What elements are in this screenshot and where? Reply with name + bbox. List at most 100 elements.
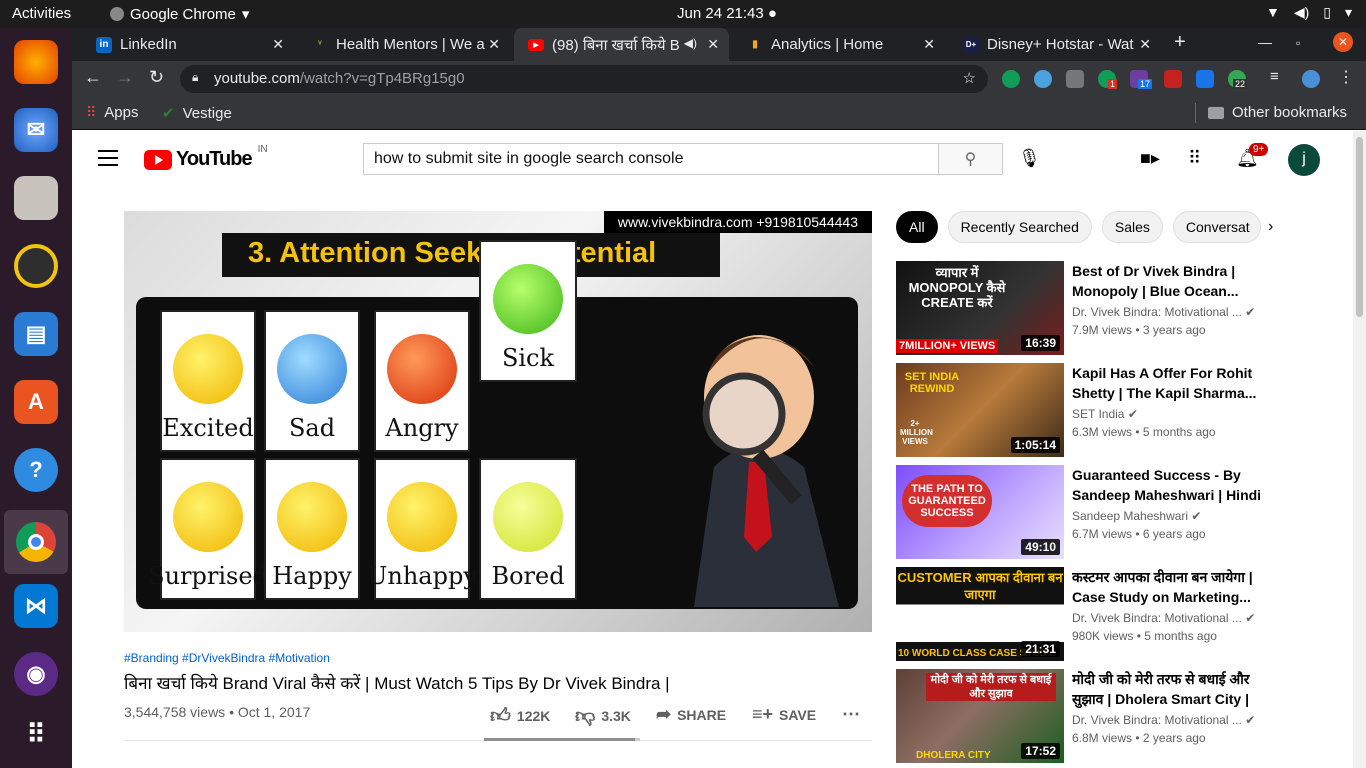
checkbox-icon[interactable] <box>1196 70 1214 88</box>
video-meta: 6.3M views • 5 months ago <box>1072 425 1216 439</box>
other-bookmarks[interactable]: Other bookmarks <box>1208 104 1347 121</box>
tab-strip: in LinkedIn ✕ ᵛ Health Mentors | We a ✕ … <box>72 28 1366 61</box>
tab-youtube[interactable]: ▶ (98) बिना खर्चा किये Br ◀) ✕ <box>514 28 729 61</box>
chip-recently-searched[interactable]: Recently Searched <box>947 211 1092 243</box>
system-tray[interactable]: ▼ ◀) ▯ ▾ <box>1266 4 1352 21</box>
extension-blue-icon[interactable] <box>1034 70 1052 88</box>
speaker-icon[interactable]: ◀) <box>684 36 697 50</box>
app-name: Google Chrome <box>130 5 236 23</box>
menu-icon[interactable]: ⋮ <box>1338 67 1356 86</box>
rhythmbox-icon[interactable] <box>14 244 58 288</box>
like-count: 122K <box>516 708 551 724</box>
apps-grid-icon[interactable]: ⠿ <box>1188 148 1201 169</box>
files-icon[interactable] <box>14 176 58 220</box>
minimize-button[interactable]: — <box>1258 34 1272 50</box>
close-icon[interactable]: ✕ <box>272 36 284 53</box>
chrome-dock-item[interactable] <box>4 510 68 574</box>
mic-icon[interactable]: 🎙︎ <box>1018 148 1041 169</box>
like-button[interactable]: 👍︎ 122K <box>490 704 550 728</box>
channel-text: Dr. Vivek Bindra: Motivational ... <box>1072 611 1242 625</box>
close-icon[interactable]: ✕ <box>1139 36 1151 53</box>
emotion-card: Sick <box>479 240 577 382</box>
search-button[interactable]: ⚲ <box>938 143 1003 175</box>
thunderbird-icon[interactable]: ✉ <box>14 108 58 152</box>
podcast-icon[interactable]: ◉ <box>14 652 58 696</box>
camera-icon[interactable] <box>1066 70 1084 88</box>
more-actions-icon[interactable]: ⋯ <box>842 704 860 725</box>
app-menu[interactable]: Google Chrome ▾ <box>110 5 249 23</box>
like-ratio-fill <box>484 738 636 741</box>
pdf-icon[interactable] <box>1164 70 1182 88</box>
profile-group-icon[interactable] <box>1302 70 1320 88</box>
video-meta: 6.8M views • 2 years ago <box>1072 731 1206 745</box>
recommended-video[interactable]: SET INDIA REWIND 2+ MILLION VIEWS 1:05:1… <box>896 363 1276 457</box>
close-icon[interactable]: ✕ <box>488 36 500 53</box>
save-button[interactable]: ≡+ SAVE <box>752 704 816 725</box>
tab-title: Disney+ Hotstar - Wat <box>987 36 1134 53</box>
video-meta: 7.9M views • 3 years ago <box>1072 323 1206 337</box>
close-window-button[interactable]: ✕ <box>1333 32 1353 52</box>
help-icon[interactable]: ? <box>14 448 58 492</box>
video-player[interactable]: www.vivekbindra.com +919810544443 3. Att… <box>124 211 872 632</box>
firefox-icon[interactable] <box>14 40 58 84</box>
grammarly-icon[interactable]: 1 <box>1098 70 1118 89</box>
video-hashtags[interactable]: #Branding #DrVivekBindra #Motivation <box>124 651 872 665</box>
close-icon[interactable]: ✕ <box>707 36 719 53</box>
happy-face-icon <box>277 482 347 552</box>
hamburger-menu-icon[interactable] <box>98 150 118 166</box>
reload-button[interactable]: ↻ <box>149 67 164 88</box>
share-button[interactable]: ➦ SHARE <box>656 704 726 725</box>
excited-face-icon <box>173 334 243 404</box>
extension-green-icon[interactable] <box>1002 70 1020 88</box>
gnome-top-bar: Activities Google Chrome ▾ Jun 24 21:43 … <box>0 0 1366 28</box>
maximize-button[interactable]: ▫ <box>1296 36 1300 50</box>
back-button[interactable]: ← <box>84 67 102 88</box>
recommended-video[interactable]: CUSTOMER आपका दीवाना बन जाएगा 10 WORLD C… <box>896 567 1276 661</box>
video-duration: 1:05:14 <box>1010 437 1060 453</box>
new-tab-button[interactable]: + <box>1174 31 1186 54</box>
address-bar[interactable]: 🔒︎ youtube.com/watch?v=gTp4BRg15g0 ☆ <box>180 65 988 93</box>
video-thumbnail: मोदी जी को मेरी तरफ से बधाई और सुझाव DHO… <box>896 669 1064 763</box>
badge: 22 <box>1233 79 1248 89</box>
star-icon[interactable]: ☆ <box>963 69 976 87</box>
vscode-icon[interactable]: ⋈ <box>14 584 58 628</box>
search-input[interactable]: how to submit site in google search cons… <box>363 143 939 175</box>
tab-linkedin[interactable]: in LinkedIn ✕ <box>82 28 294 61</box>
verified-icon: ✔ <box>1245 713 1256 727</box>
close-icon[interactable]: ✕ <box>923 36 935 53</box>
writer-icon[interactable]: ▤ <box>14 312 58 356</box>
bookmark-apps[interactable]: ⠿ Apps <box>86 104 138 121</box>
chip-sales[interactable]: Sales <box>1101 211 1163 243</box>
recommended-video[interactable]: THE PATH TO GUARANTEED SUCCESS 49:10 Gua… <box>896 465 1276 559</box>
extension-purple-icon[interactable]: 17 <box>1130 70 1153 89</box>
reading-list-icon[interactable]: ≡ <box>1270 68 1288 86</box>
badge: 17 <box>1138 79 1153 89</box>
chip-conversation[interactable]: Conversat <box>1172 211 1261 243</box>
thumbnail-subtext: 2+ MILLION VIEWS <box>900 419 933 446</box>
create-video-icon[interactable]: ■▸ <box>1140 148 1160 169</box>
tab-hotstar[interactable]: D+ Disney+ Hotstar - Wat ✕ <box>949 28 1161 61</box>
tab-analytics[interactable]: ▮ Analytics | Home ✕ <box>733 28 945 61</box>
software-icon[interactable]: A <box>14 380 58 424</box>
page-scrollbar[interactable] <box>1353 131 1366 768</box>
dislike-button[interactable]: 👎︎ 3.3K <box>575 704 631 728</box>
recommended-video[interactable]: व्यापार में MONOPOLY कैसे CREATE करें 7M… <box>896 261 1276 355</box>
forward-button[interactable]: → <box>116 67 134 88</box>
clock[interactable]: Jun 24 21:43 ● <box>677 5 777 22</box>
caret-down-icon: ▾ <box>241 6 250 23</box>
recommended-video[interactable]: मोदी जी को मेरी तरफ से बधाई और सुझाव DHO… <box>896 669 1276 763</box>
chevron-right-icon[interactable]: › <box>1268 218 1273 236</box>
youtube-logo[interactable]: YouTube IN <box>144 144 268 171</box>
activities-button[interactable]: Activities <box>12 5 71 22</box>
avatar[interactable]: j <box>1288 144 1320 176</box>
thumbnail-subtext: DHOLERA CITY <box>916 750 991 761</box>
verified-icon: ✔ <box>1245 305 1256 319</box>
chip-all[interactable]: All <box>896 211 938 243</box>
apps-grid-icon[interactable]: ⠿ <box>14 712 58 756</box>
extension-chat-icon[interactable]: 22 <box>1228 70 1248 89</box>
thumbnail-text: CUSTOMER आपका दीवाना बन जाएगा <box>897 570 1063 602</box>
scrollbar-thumb[interactable] <box>1356 137 1363 317</box>
bookmarks-bar: ⠿ Apps ✔ Vestige Other bookmarks <box>72 97 1366 130</box>
tab-health-mentors[interactable]: ᵛ Health Mentors | We a ✕ <box>298 28 510 61</box>
bookmark-vestige[interactable]: ✔ Vestige <box>162 104 232 123</box>
